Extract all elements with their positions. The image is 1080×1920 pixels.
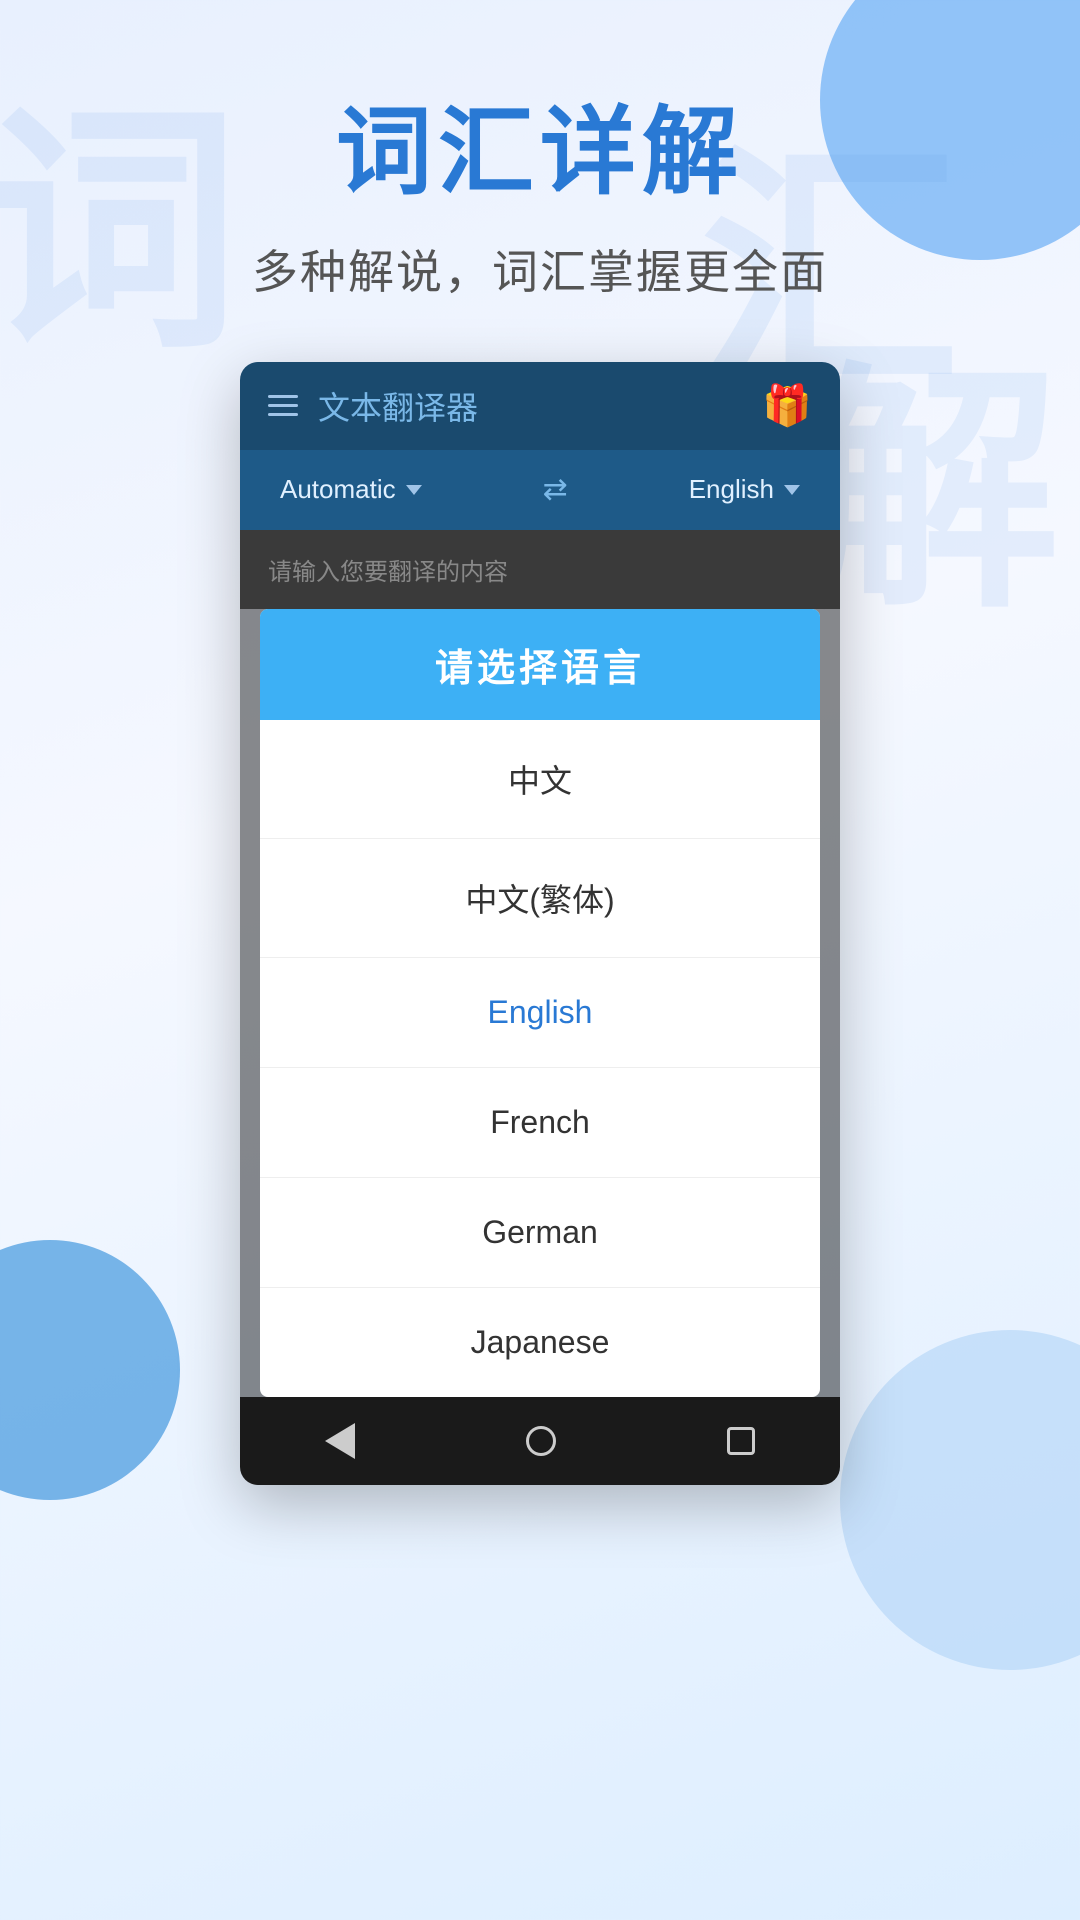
language-option-japanese[interactable]: Japanese bbox=[260, 1288, 820, 1397]
language-selector-bar: Automatic ⇄ English bbox=[240, 450, 840, 530]
language-option-german[interactable]: German bbox=[260, 1178, 820, 1288]
source-language-button[interactable]: Automatic bbox=[280, 474, 422, 505]
language-option-zhtw[interactable]: 中文(繁体) bbox=[260, 839, 820, 958]
target-language-label: English bbox=[689, 474, 774, 505]
dialog-title: 请选择语言 bbox=[260, 637, 820, 692]
dialog-header: 请选择语言 bbox=[260, 609, 820, 720]
language-option-english[interactable]: English bbox=[260, 958, 820, 1068]
dialog-overlay: 请选择语言 中文 中文(繁体) English French German Ja… bbox=[240, 609, 840, 1397]
source-language-dropdown-arrow bbox=[406, 485, 422, 495]
nav-recent-button[interactable] bbox=[727, 1427, 755, 1455]
nav-home-icon bbox=[526, 1426, 556, 1456]
app-title: 文本翻译器 bbox=[318, 383, 742, 429]
sub-title: 多种解说，词汇掌握更全面 bbox=[0, 236, 1080, 302]
bottom-navigation-bar bbox=[240, 1397, 840, 1485]
hamburger-menu-button[interactable] bbox=[268, 395, 298, 416]
header-section: 词汇详解 多种解说，词汇掌握更全面 bbox=[0, 0, 1080, 362]
gift-icon[interactable]: 🎁 bbox=[762, 382, 812, 429]
app-mockup: 文本翻译器 🎁 Automatic ⇄ English 请输入您要翻译的内容 请… bbox=[240, 362, 840, 1485]
bg-circle-bottom-left bbox=[0, 1240, 180, 1500]
target-language-button[interactable]: English bbox=[689, 474, 800, 505]
main-title: 词汇详解 bbox=[0, 100, 1080, 206]
nav-home-button[interactable] bbox=[526, 1426, 556, 1456]
nav-back-button[interactable] bbox=[325, 1423, 355, 1459]
translation-input-placeholder: 请输入您要翻译的内容 bbox=[268, 552, 812, 587]
app-topbar: 文本翻译器 🎁 bbox=[240, 362, 840, 450]
language-option-zhcn[interactable]: 中文 bbox=[260, 720, 820, 839]
language-option-french[interactable]: French bbox=[260, 1068, 820, 1178]
translation-input-area[interactable]: 请输入您要翻译的内容 bbox=[240, 530, 840, 609]
bg-circle-bottom-right bbox=[840, 1330, 1080, 1670]
language-dialog: 请选择语言 中文 中文(繁体) English French German Ja… bbox=[260, 609, 820, 1397]
nav-recent-icon bbox=[727, 1427, 755, 1455]
swap-languages-button[interactable]: ⇄ bbox=[543, 472, 568, 507]
source-language-label: Automatic bbox=[280, 474, 396, 505]
nav-back-icon bbox=[325, 1423, 355, 1459]
target-language-dropdown-arrow bbox=[784, 485, 800, 495]
